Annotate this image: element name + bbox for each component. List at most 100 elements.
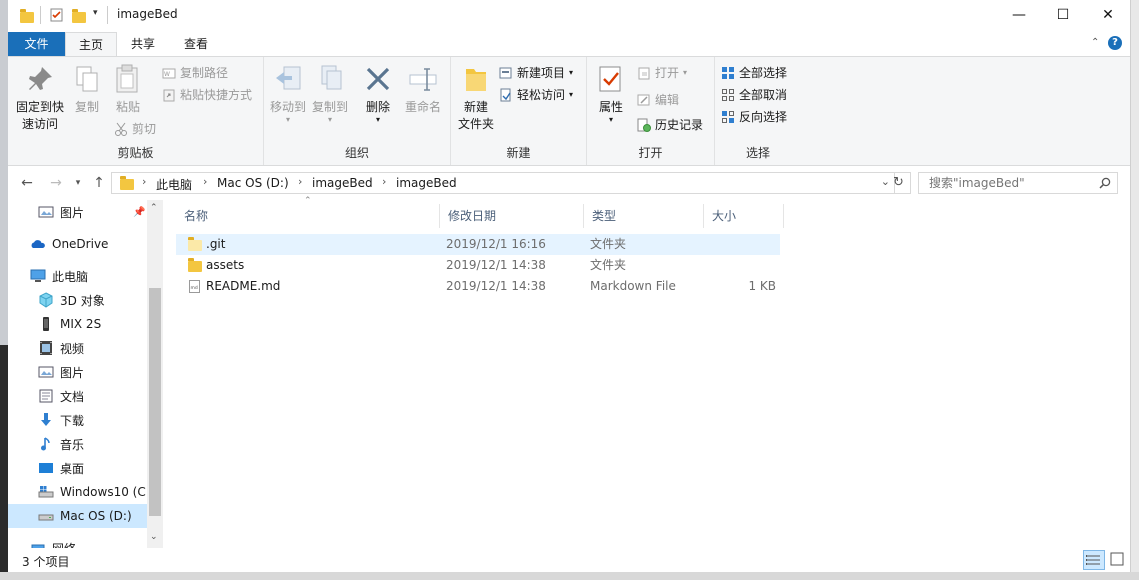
refresh-button[interactable]: ↻ [887, 172, 911, 194]
delete-x-icon [362, 63, 394, 95]
documents-icon [38, 388, 54, 404]
move-to-dropdown-icon: ▾ [285, 115, 290, 124]
delete-button[interactable]: 删除 ▾ [360, 63, 396, 124]
file-size: 1 KB [748, 279, 776, 293]
search-icon[interactable] [1099, 177, 1111, 189]
recent-locations-dropdown[interactable]: ▾ [68, 173, 88, 193]
nav-item-music[interactable]: 音乐 [8, 432, 147, 456]
properties-button[interactable]: 属性 ▾ [593, 63, 629, 124]
nav-item-desktop[interactable]: 桌面 [8, 456, 147, 480]
maximize-button[interactable]: ☐ [1040, 0, 1086, 30]
nav-item-this-pc[interactable]: 此电脑 [8, 264, 147, 288]
paste-button[interactable]: 粘贴 [110, 63, 146, 116]
rename-button[interactable]: 重命名 [402, 63, 444, 116]
file-row-assets[interactable]: assets 2019/12/1 14:38 文件夹 [176, 255, 780, 276]
tab-home[interactable]: 主页 [65, 32, 117, 56]
search-box[interactable] [918, 172, 1118, 194]
nav-item-drive-c[interactable]: Windows10 (C: [8, 480, 147, 504]
breadcrumb-imagebed-current[interactable]: imageBed [396, 176, 457, 190]
customize-quick-access-icon[interactable]: ▾ [93, 8, 98, 18]
copy-path-icon: W [162, 66, 176, 80]
invert-selection-button[interactable]: 反向选择 [721, 107, 787, 127]
breadcrumb-this-pc[interactable]: 此电脑 [156, 176, 192, 193]
new-folder-quick-icon[interactable] [72, 9, 86, 23]
file-row-git[interactable]: .git 2019/12/1 16:16 文件夹 [176, 234, 780, 255]
nav-item-onedrive[interactable]: OneDrive [8, 232, 147, 256]
large-icons-view-button[interactable] [1107, 550, 1129, 570]
details-view-button[interactable] [1083, 550, 1105, 570]
paste-shortcut-icon [162, 88, 176, 102]
column-header-date-modified[interactable]: 修改日期 [440, 204, 584, 228]
copy-path-label: 复制路径 [180, 66, 229, 80]
close-button[interactable]: ✕ [1085, 0, 1131, 30]
breadcrumb-drive-d[interactable]: Mac OS (D:) [217, 176, 289, 190]
breadcrumb-imagebed-parent[interactable]: imageBed [312, 176, 373, 190]
nav-label: 图片 [60, 365, 85, 380]
scroll-down-arrow-icon[interactable]: ⌄ [150, 532, 158, 542]
column-header-type[interactable]: 类型 [584, 204, 704, 228]
collapse-ribbon-icon[interactable]: ⌃ [1091, 37, 1099, 48]
edit-button[interactable]: 编辑 [637, 90, 679, 110]
new-folder-button[interactable]: 新建 文件夹 [453, 63, 499, 133]
copy-path-button[interactable]: W 复制路径 [162, 63, 228, 83]
search-input[interactable] [927, 173, 1097, 193]
nav-item-videos[interactable]: 视频 [8, 336, 147, 360]
help-icon[interactable]: ? [1108, 36, 1122, 50]
pin-to-quick-access-button[interactable]: 固定到快 速访问 [12, 63, 68, 133]
back-button[interactable]: ← [17, 173, 37, 193]
file-modified: 2019/12/1 14:38 [446, 258, 546, 272]
new-item-button[interactable]: 新建项目 ▾ [499, 63, 573, 83]
nav-item-downloads[interactable]: 下载 [8, 408, 147, 432]
pin-icon[interactable]: 📌 [133, 207, 145, 218]
breadcrumb-separator-icon[interactable]: › [203, 175, 207, 188]
copy-to-button[interactable]: 复制到 ▾ [310, 63, 350, 124]
pin-label-line1: 固定到快 [15, 100, 64, 114]
nav-item-mix-2s[interactable]: MIX 2S [8, 312, 147, 336]
breadcrumb-separator-icon[interactable]: › [142, 175, 146, 188]
file-row-readme[interactable]: md README.md 2019/12/1 14:38 Markdown Fi… [176, 276, 780, 297]
onedrive-icon [30, 236, 46, 252]
copy-button[interactable]: 复制 [70, 63, 104, 116]
breadcrumb-separator-icon[interactable]: › [298, 175, 302, 188]
minimize-button[interactable]: — [996, 0, 1042, 30]
up-button[interactable]: ↑ [89, 173, 109, 193]
nav-label: Windows10 (C: [60, 485, 147, 499]
nav-pane-scroll-thumb[interactable] [149, 288, 161, 516]
address-bar[interactable]: › 此电脑 › Mac OS (D:) › imageBed › imageBe… [111, 172, 895, 194]
select-all-button[interactable]: 全部选择 [721, 63, 787, 83]
nav-label: MIX 2S [60, 317, 102, 331]
pin-icon [24, 63, 56, 95]
column-header-size[interactable]: 大小 [704, 204, 784, 228]
cut-button[interactable]: 剪切 [114, 119, 156, 139]
scroll-up-arrow-icon[interactable]: ⌃ [150, 203, 158, 213]
file-type: 文件夹 [590, 258, 627, 272]
navigation-pane[interactable]: 图片 📌 OneDrive 此电脑 3D 对象 MIX 2S 视频 图片 文档 … [8, 200, 163, 548]
tab-share[interactable]: 共享 [118, 32, 168, 56]
nav-item-pictures-pinned[interactable]: 图片 📌 [8, 200, 147, 224]
nav-item-3d-objects[interactable]: 3D 对象 [8, 288, 147, 312]
file-list[interactable]: ⌃ 名称 修改日期 类型 大小 .git 2019/12/1 16:16 文件夹… [176, 196, 1130, 548]
forward-button[interactable]: → [46, 173, 66, 193]
move-to-button[interactable]: 移动到 ▾ [268, 63, 308, 124]
open-button[interactable]: 打开 ▾ [637, 63, 687, 83]
nav-item-network[interactable]: 网络 [8, 536, 147, 548]
nav-pane-scrollbar[interactable]: ⌃ ⌄ [147, 200, 163, 548]
tab-file[interactable]: 文件 [8, 32, 65, 56]
window-title: imageBed [117, 7, 178, 21]
select-all-label: 全部选择 [739, 66, 788, 80]
properties-quick-icon[interactable] [50, 8, 64, 22]
easy-access-button[interactable]: 轻松访问 ▾ [499, 85, 573, 105]
nav-label: 3D 对象 [60, 293, 105, 308]
tab-view[interactable]: 查看 [170, 32, 222, 56]
ribbon-tab-bar: 文件 主页 共享 查看 ⌃ ? [8, 32, 1130, 56]
nav-item-drive-d[interactable]: Mac OS (D:) [8, 504, 147, 528]
nav-item-pictures[interactable]: 图片 [8, 360, 147, 384]
column-header-name[interactable]: 名称 [176, 204, 440, 228]
select-none-button[interactable]: 全部取消 [721, 85, 787, 105]
history-button[interactable]: 历史记录 [637, 115, 703, 135]
paste-shortcut-button[interactable]: 粘贴快捷方式 [162, 85, 252, 105]
window-bottom-edge [0, 572, 1139, 580]
title-bar[interactable]: ▾ imageBed — ☐ ✕ [8, 0, 1130, 32]
nav-item-documents[interactable]: 文档 [8, 384, 147, 408]
breadcrumb-separator-icon[interactable]: › [382, 175, 386, 188]
